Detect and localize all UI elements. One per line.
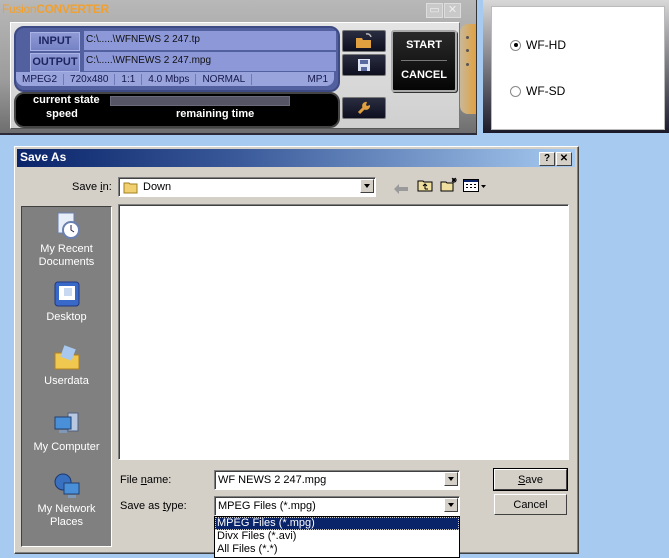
quality-mode: NORMAL [196, 73, 253, 85]
save-file-button[interactable] [342, 54, 386, 76]
folder-icon [123, 182, 138, 194]
converter-title: FusionCONVERTER [2, 2, 109, 16]
grip-dot [466, 49, 469, 52]
place-desktop[interactable]: Desktop [22, 279, 111, 324]
back-button[interactable] [394, 181, 408, 199]
folder-icon [52, 343, 82, 373]
minimize-button[interactable]: ▭ [426, 3, 443, 18]
dialog-close-button[interactable]: ✕ [556, 152, 572, 166]
desktop-icon [52, 279, 82, 309]
my-computer-icon [52, 409, 82, 439]
minimize-icon: ▭ [429, 4, 440, 16]
output-path: C:\.....\WFNEWS 2 247.mpg [84, 52, 336, 71]
wrench-icon [357, 101, 371, 115]
chevron-down-icon[interactable] [360, 179, 374, 193]
grip-dot [466, 36, 469, 39]
radio-label: WF-SD [526, 84, 566, 98]
file-name-label: File name: [120, 474, 172, 486]
divider [401, 60, 447, 61]
save-as-type-label: Save as type: [120, 500, 187, 512]
current-state-label: current state [33, 94, 100, 106]
floppy-icon [358, 59, 370, 71]
settings-button[interactable] [342, 97, 386, 119]
places-bar: My Recent Documents Desktop Userdata My C… [21, 206, 112, 547]
save-in-dropdown[interactable]: Down [118, 177, 376, 197]
expand-handle[interactable] [460, 24, 476, 114]
speed-label: speed [46, 108, 78, 120]
start-cancel-panel: START CANCEL [391, 30, 457, 92]
chevron-down-icon[interactable] [444, 498, 458, 512]
radio-circle[interactable] [510, 85, 521, 97]
state-progress-bar [110, 96, 290, 106]
audio-format: MP1 [307, 73, 328, 85]
open-folder-button[interactable] [342, 30, 386, 52]
view-menu-icon [463, 179, 486, 192]
network-places-icon [52, 471, 82, 501]
mode-panel: WF-HD WF-SD [483, 0, 669, 133]
file-name-value: WF NEWS 2 247.mpg [218, 474, 327, 486]
output-label[interactable]: OUTPUT [30, 53, 80, 72]
remaining-time-label: remaining time [176, 108, 255, 120]
new-folder-icon [440, 177, 457, 192]
up-folder-icon [417, 180, 433, 192]
aspect-ratio: 1:1 [115, 73, 143, 85]
recent-documents-icon [52, 211, 82, 241]
start-button[interactable]: START [393, 39, 455, 51]
radio-wf-hd[interactable]: WF-HD [510, 38, 566, 52]
type-option[interactable]: Divx Files (*.avi) [215, 530, 459, 543]
open-folder-icon [356, 33, 372, 48]
dialog-titlebar[interactable]: Save As ? ✕ [17, 149, 575, 167]
close-icon: ✕ [447, 4, 458, 16]
close-icon: ✕ [559, 153, 569, 164]
format-info-bar: MPEG2 720x480 1:1 4.0 Mbps NORMAL MP1 [16, 72, 334, 86]
cancel-dialog-button[interactable]: Cancel [494, 494, 567, 515]
save-in-label: Save in: [72, 181, 112, 193]
converter-window: FusionCONVERTER ▭ ✕ INPUT C:\.....\WFNEW… [0, 0, 477, 135]
chevron-down-icon[interactable] [444, 472, 458, 486]
grip-dot [466, 63, 469, 66]
resolution: 720x480 [64, 73, 116, 85]
place-my-computer[interactable]: My Computer [22, 409, 111, 454]
help-icon: ? [543, 153, 551, 164]
radio-label: WF-HD [526, 38, 566, 52]
cancel-button[interactable]: CANCEL [393, 69, 455, 81]
codec: MPEG2 [16, 73, 65, 85]
save-button[interactable]: Save [493, 468, 568, 491]
type-option[interactable]: All Files (*.*) [215, 543, 459, 556]
file-list[interactable] [118, 204, 569, 460]
mode-panel-inner: WF-HD WF-SD [491, 6, 665, 130]
back-arrow-icon [394, 184, 408, 194]
radio-wf-sd[interactable]: WF-SD [510, 84, 565, 98]
place-userdata[interactable]: Userdata [22, 343, 111, 388]
save-as-type-list: MPEG Files (*.mpg) Divx Files (*.avi) Al… [214, 516, 460, 558]
bitrate: 4.0 Mbps [142, 73, 197, 85]
place-my-recent-documents[interactable]: My Recent Documents [22, 211, 111, 269]
help-button[interactable]: ? [539, 152, 555, 166]
save-as-type-dropdown[interactable]: MPEG Files (*.mpg) [214, 496, 460, 516]
new-folder-button[interactable] [440, 177, 458, 197]
close-button[interactable]: ✕ [444, 3, 461, 18]
save-as-type-value: MPEG Files (*.mpg) [218, 500, 316, 512]
file-name-input[interactable]: WF NEWS 2 247.mpg [214, 470, 460, 490]
type-option[interactable]: MPEG Files (*.mpg) [215, 517, 459, 530]
up-folder-button[interactable] [417, 178, 433, 197]
save-in-value: Down [143, 181, 172, 193]
input-path: C:\.....\WFNEWS 2 247.tp [84, 31, 336, 50]
view-menu-button[interactable] [463, 179, 487, 197]
radio-circle[interactable] [510, 39, 521, 51]
place-my-network-places[interactable]: My Network Places [22, 471, 111, 529]
input-label[interactable]: INPUT [30, 32, 80, 51]
dialog-title: Save As [20, 150, 67, 164]
